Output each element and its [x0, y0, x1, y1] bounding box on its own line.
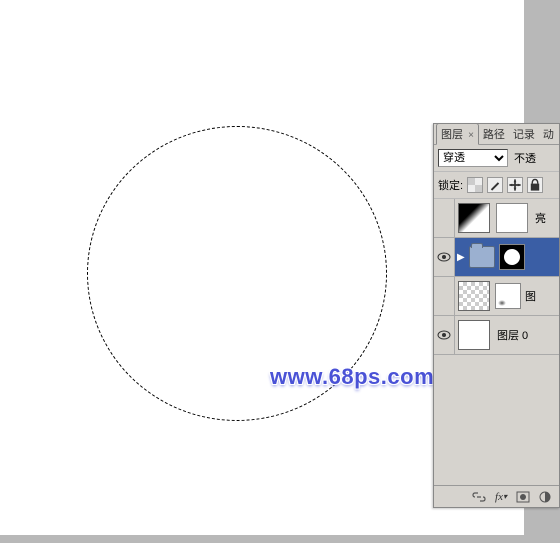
lock-position-icon[interactable] — [507, 177, 523, 193]
lock-all-icon[interactable] — [527, 177, 543, 193]
expand-arrow-icon[interactable]: ▶ — [457, 252, 465, 263]
watermark-text: www.68ps.com — [270, 364, 434, 390]
layer-name-label: 亮 — [535, 210, 546, 226]
layer-row-active[interactable]: ▶ — [434, 238, 559, 277]
lock-row: 锁定: — [434, 172, 559, 199]
visibility-toggle[interactable] — [434, 199, 455, 237]
tab-paths[interactable]: 路径 — [479, 124, 509, 144]
tab-history[interactable]: 记录 — [509, 124, 539, 144]
layer-row[interactable]: 图层 0 — [434, 316, 559, 355]
tab-label: 图层 — [441, 129, 463, 141]
layer-mask-thumbnail[interactable] — [495, 283, 521, 309]
layer-mask-thumbnail[interactable] — [496, 203, 528, 233]
eye-icon — [437, 252, 451, 262]
panel-bottom-toolbar: fx▾ — [434, 485, 559, 507]
tab-actions[interactable]: 动 — [539, 124, 558, 144]
blend-mode-row: 穿透 不透 — [434, 145, 559, 172]
lock-transparency-icon[interactable] — [467, 177, 483, 193]
layer-thumbnail[interactable] — [458, 281, 490, 311]
layer-mask-thumbnail[interactable] — [499, 244, 525, 270]
lock-icons — [467, 177, 543, 193]
mask-icon[interactable] — [515, 490, 531, 504]
blend-mode-select[interactable]: 穿透 — [438, 149, 508, 167]
link-icon[interactable] — [471, 490, 487, 504]
layer-row[interactable]: 亮 — [434, 199, 559, 238]
opacity-label: 不透 — [514, 150, 536, 166]
adjustment-icon[interactable] — [537, 490, 553, 504]
lock-paint-icon[interactable] — [487, 177, 503, 193]
layer-thumbnail-gradient[interactable] — [458, 203, 490, 233]
visibility-toggle[interactable] — [434, 277, 455, 315]
layers-panel: 图层 × 路径 记录 动 穿透 不透 锁定: — [433, 123, 560, 508]
layer-name-label: 图层 0 — [497, 327, 528, 343]
close-icon[interactable]: × — [468, 130, 474, 141]
tab-layers[interactable]: 图层 × — [436, 123, 479, 145]
eye-icon — [437, 330, 451, 340]
visibility-toggle[interactable] — [434, 316, 455, 354]
panel-tabs: 图层 × 路径 记录 动 — [434, 124, 559, 145]
visibility-toggle[interactable] — [434, 238, 455, 276]
fx-icon[interactable]: fx▾ — [493, 490, 509, 504]
folder-icon — [469, 246, 495, 268]
scrollbar-horizontal[interactable] — [0, 535, 524, 543]
layer-name-label: 图 — [525, 288, 536, 304]
layers-list: 亮 ▶ 图 图层 0 — [434, 199, 559, 355]
lock-label: 锁定: — [438, 177, 463, 193]
layer-row[interactable]: 图 — [434, 277, 559, 316]
layer-thumbnail[interactable] — [458, 320, 490, 350]
